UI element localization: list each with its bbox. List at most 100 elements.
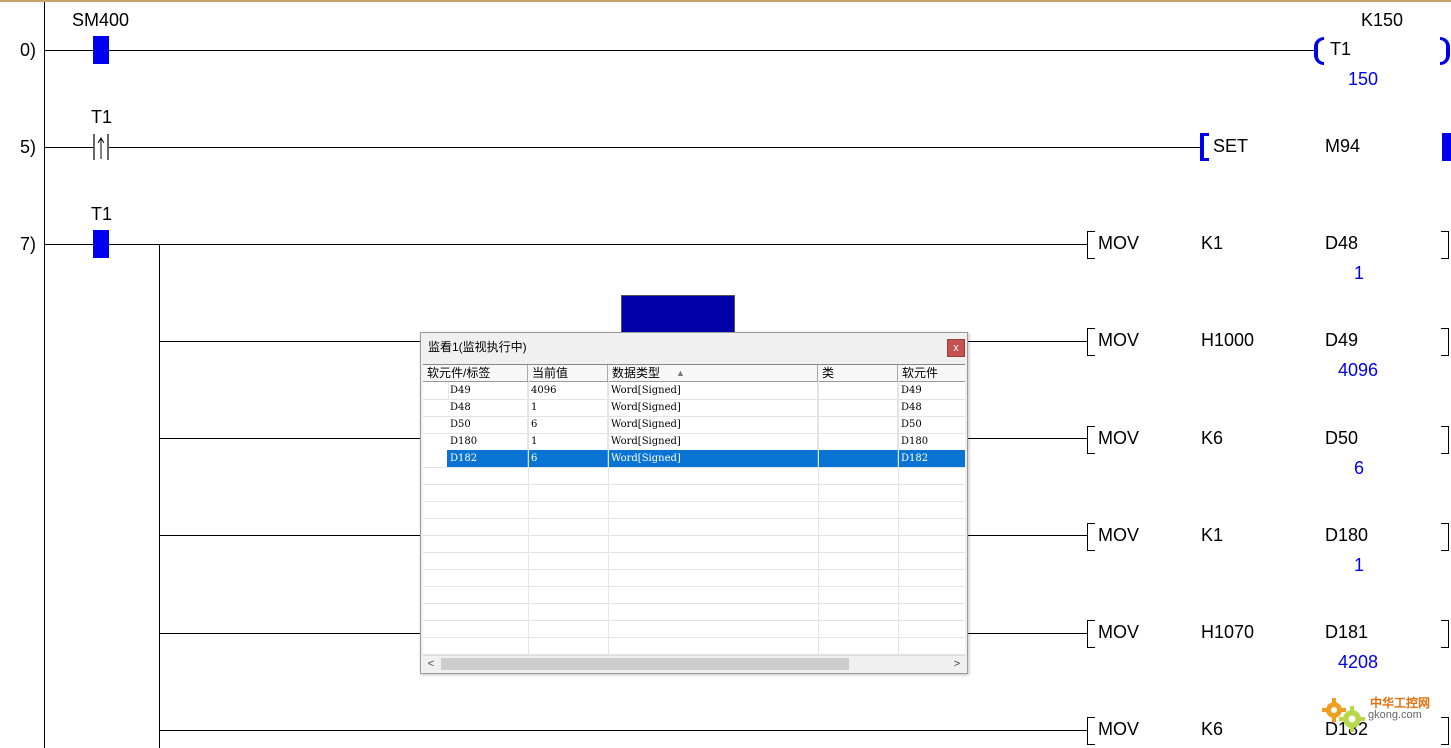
column-header[interactable]: 软元件/标签 <box>423 365 528 381</box>
empty-row <box>423 484 965 502</box>
cell-class <box>818 450 898 467</box>
horizontal-scrollbar[interactable]: < > <box>423 655 965 672</box>
coil-current-value: 150 <box>1348 69 1379 89</box>
coil-setting: K150 <box>1361 10 1404 30</box>
instruction-bracket-right <box>1441 426 1449 454</box>
cell-device: D50 <box>447 416 528 433</box>
cursor-block[interactable] <box>621 295 735 335</box>
operand-m94: M94 <box>1325 136 1361 156</box>
instruction-bracket-left <box>1087 426 1095 454</box>
rising-edge-contact-icon[interactable] <box>93 133 109 161</box>
watermark-url: gkong.com <box>1368 709 1422 721</box>
watch-window-title: 监看1(监视执行中) <box>428 340 527 354</box>
cell-device: D48 <box>447 399 528 416</box>
column-header-datatype[interactable]: 数据类型 ▲ <box>608 365 818 381</box>
empty-row <box>423 620 965 638</box>
mov-dst: D48 <box>1325 233 1359 253</box>
empty-row <box>423 518 965 536</box>
rung-line <box>109 147 1200 148</box>
contact-label: SM400 <box>72 10 130 30</box>
cell-device2: D182 <box>901 453 929 464</box>
empty-row <box>423 569 965 587</box>
mov-src: K6 <box>1201 719 1224 739</box>
set-bracket-inner <box>1204 136 1209 158</box>
rung-line <box>45 147 93 148</box>
instruction-bracket-right <box>1441 231 1449 259</box>
instruction-bracket-right <box>1441 328 1449 356</box>
column-header[interactable]: 类 <box>818 365 898 381</box>
column-header[interactable]: 软元件 <box>898 365 965 381</box>
column-divider <box>528 381 529 656</box>
empty-row <box>423 535 965 553</box>
rung-line <box>45 244 1087 245</box>
contact-label: T1 <box>91 204 113 224</box>
branch-line <box>159 244 160 748</box>
cell-type: Word[Signed] <box>608 382 818 399</box>
cell-value[interactable]: 1 <box>528 433 608 450</box>
mov-src: H1070 <box>1201 622 1255 642</box>
table-row[interactable]: D49 4096 Word[Signed] D49 <box>423 382 965 400</box>
column-divider <box>818 381 819 656</box>
watermark: 中华工控网 gkong.com <box>1320 692 1445 732</box>
cell-device: D180 <box>447 433 528 450</box>
watch-window[interactable]: 监看1(监视执行中) x 软元件/标签 当前值 数据类型 ▲ 类 软元件 D49… <box>420 332 968 674</box>
mov-dst: D180 <box>1325 525 1369 545</box>
instruction-bracket-left <box>1087 717 1095 745</box>
cell-value[interactable]: 4096 <box>528 382 608 399</box>
mov-dst: D181 <box>1325 622 1369 642</box>
cell-device2: D50 <box>901 419 922 430</box>
left-power-rail <box>44 2 45 748</box>
scrollbar-thumb[interactable] <box>441 658 849 670</box>
column-divider <box>608 381 609 656</box>
empty-row <box>423 637 965 655</box>
mov-src: K1 <box>1201 525 1224 545</box>
table-row[interactable]: D50 6 Word[Signed] D50 <box>423 416 965 434</box>
contact-t1[interactable] <box>93 230 109 258</box>
mov-src: K6 <box>1201 428 1224 448</box>
mov-op: MOV <box>1098 428 1140 448</box>
column-header[interactable]: 当前值 <box>528 365 608 381</box>
cell-device2: D48 <box>901 402 922 413</box>
table-row-selected[interactable]: D182 6 Word[Signed] D182 <box>423 450 965 468</box>
cell-value[interactable]: 6 <box>528 450 608 467</box>
mov-dst: D50 <box>1325 428 1359 448</box>
cell-type: Word[Signed] <box>608 450 818 467</box>
column-divider <box>898 381 899 656</box>
mov-src: H1000 <box>1201 330 1255 350</box>
coil-left-inner <box>1318 40 1324 62</box>
empty-row <box>423 501 965 519</box>
mov-value: 4096 <box>1338 360 1379 380</box>
sort-up-icon: ▲ <box>676 368 685 378</box>
row-gutter <box>423 382 449 399</box>
cell-class <box>818 433 898 450</box>
step-number: 5) <box>20 137 37 157</box>
rung-line <box>45 50 1315 51</box>
coil-right-inner <box>1440 40 1446 62</box>
coil-label: T1 <box>1330 39 1352 59</box>
table-header: 软元件/标签 当前值 数据类型 ▲ 类 软元件 <box>423 365 965 382</box>
watch-table[interactable]: 软元件/标签 当前值 数据类型 ▲ 类 软元件 D49 4096 Word[Si… <box>423 364 965 656</box>
table-row[interactable]: D180 1 Word[Signed] D180 <box>423 433 965 451</box>
cell-type: Word[Signed] <box>608 416 818 433</box>
cell-device2: D180 <box>901 436 929 447</box>
mov-dst: D49 <box>1325 330 1359 350</box>
set-bracket-right-icon <box>1442 133 1451 161</box>
cell-class <box>818 416 898 433</box>
empty-row <box>423 467 965 485</box>
instruction-bracket-right <box>1441 523 1449 551</box>
gear-icon <box>1322 698 1365 732</box>
contact-sm400[interactable] <box>93 36 109 64</box>
cell-value[interactable]: 6 <box>528 416 608 433</box>
close-button[interactable]: x <box>947 339 965 357</box>
cell-value[interactable]: 1 <box>528 399 608 416</box>
scroll-right-arrow[interactable]: > <box>949 656 965 672</box>
empty-row <box>423 586 965 604</box>
table-row[interactable]: D48 1 Word[Signed] D48 <box>423 399 965 417</box>
step-number: 7) <box>20 234 37 254</box>
instruction-bracket-right <box>1441 620 1449 648</box>
instruction-bracket-left <box>1087 231 1095 259</box>
scroll-left-arrow[interactable]: < <box>423 656 439 672</box>
cell-class <box>818 399 898 416</box>
mov-op: MOV <box>1098 525 1140 545</box>
column-header-label: 数据类型 <box>612 366 661 380</box>
